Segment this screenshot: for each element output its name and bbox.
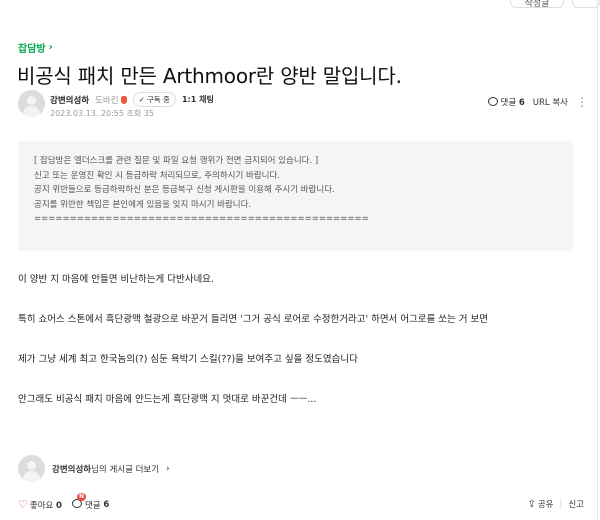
- report-button[interactable]: 신고: [568, 498, 584, 510]
- top-extra-button[interactable]: [572, 0, 600, 8]
- chevron-right-icon: ›: [166, 463, 170, 474]
- my-posts-button[interactable]: 작성글: [510, 0, 564, 9]
- view-count: 조회 35: [126, 109, 154, 118]
- post-date-views: 2023.03.13. 20:55 조회 35: [50, 108, 154, 119]
- post-meta-actions: 댓글 6 URL 복사 ⋮: [487, 96, 588, 108]
- right-divider: [597, 0, 598, 520]
- notice-line: 공지 위반들으로 등급하락하신 분은 등급복구 신청 게시판을 이용해 주시기 …: [34, 185, 335, 195]
- author-name[interactable]: 강변의성하: [50, 94, 89, 106]
- author-posts-link[interactable]: 강변의성하님의 게시글 더보기 ›: [18, 455, 169, 482]
- url-copy-button[interactable]: URL 복사: [533, 96, 568, 108]
- comments-link[interactable]: 댓글 6: [487, 96, 525, 108]
- author-link-suffix: 님의 게시글 더보기: [91, 464, 160, 475]
- more-options-icon[interactable]: ⋮: [576, 96, 588, 108]
- comment-icon: [487, 97, 498, 106]
- level-badge-icon: [120, 95, 127, 104]
- author-link-name: 강변의성하: [52, 464, 92, 475]
- notice-line: 신고 또는 운영진 확인 시 등급하락 처리되므로, 주의하시기 바랍니다.: [34, 170, 280, 181]
- footer-right: ⇪ 공유 | 신고: [527, 498, 584, 510]
- check-icon: ✓: [138, 95, 145, 104]
- footer-comment-button[interactable]: N 댓글 6: [71, 492, 110, 511]
- post-date: 2023.03.13. 20:55: [50, 109, 124, 118]
- footer-comment-count: 6: [103, 499, 110, 510]
- board-name: 잡담방: [18, 44, 46, 55]
- body-paragraph: 특히 쇼어스 스톤에서 흑단광맥 철광으로 바꾼거 들리면 '그거 공식 로어로…: [18, 314, 489, 325]
- comments-label: 댓글: [500, 98, 517, 108]
- author-info: 강변의성하 도바킨 ✓ 구독 중 1:1 채팅: [50, 92, 214, 107]
- share-icon: ⇪: [527, 499, 536, 510]
- author-row: 강변의성하 도바킨 ✓ 구독 중 1:1 채팅 2023.03.13. 20:5…: [18, 89, 588, 119]
- author-level: 도바킨: [95, 94, 127, 106]
- notice-line: ========================================…: [34, 214, 369, 224]
- avatar: [18, 455, 45, 482]
- like-count: 0: [56, 501, 62, 511]
- body-paragraph: 제가 그냥 세계 최고 한국놈의(?) 심둔 욕박기 스킬(??)을 보여주고 …: [18, 354, 358, 365]
- like-button[interactable]: ♡ 좋아요 0: [18, 498, 62, 511]
- comments-count: 6: [518, 98, 525, 108]
- body-paragraph: 이 양반 지 마음에 안들면 비난하는게 다반사네요.: [18, 274, 214, 285]
- share-label: 공유: [537, 500, 554, 510]
- board-link[interactable]: 잡담방 ›: [18, 40, 53, 55]
- notice-box: [ 잡담방은 엘더스크롤 관련 질문 및 파일 요청 행위가 전면 금지되어 있…: [18, 141, 573, 251]
- footer-comment-label: 댓글: [84, 500, 101, 511]
- author-level-label: 도바킨: [95, 95, 119, 106]
- notice-line: [ 잡담방은 엘더스크롤 관련 질문 및 파일 요청 행위가 전면 금지되어 있…: [34, 156, 319, 166]
- like-label: 좋아요: [29, 501, 54, 511]
- share-button[interactable]: ⇪ 공유: [527, 498, 553, 510]
- top-button-group: 작성글: [510, 0, 600, 9]
- chat-button[interactable]: 1:1 채팅: [182, 94, 214, 105]
- avatar[interactable]: [18, 90, 45, 117]
- body-paragraph: 안그래도 비공식 패치 마음에 안드는게 흑단광맥 지 멋대로 바꾼건데 ㅡㅡ.…: [18, 394, 317, 405]
- new-badge: N: [76, 492, 86, 501]
- subscribe-button[interactable]: ✓ 구독 중: [132, 92, 176, 107]
- subscribe-label: 구독 중: [146, 95, 170, 104]
- footer-left: ♡ 좋아요 0 N 댓글 6: [18, 492, 110, 511]
- post-footer: ♡ 좋아요 0 N 댓글 6 ⇪ 공유 | 신고: [18, 492, 584, 514]
- heart-icon: ♡: [18, 498, 28, 511]
- post-body: 이 양반 지 마음에 안들면 비난하는게 다반사네요. 특히 쇼어스 스톤에서 …: [18, 270, 588, 410]
- chevron-right-icon: ›: [48, 42, 53, 53]
- divider: |: [559, 499, 563, 509]
- post-title: 비공식 패치 만든 Arthmoor란 양반 말입니다.: [17, 64, 402, 88]
- notice-line: 공지를 위반한 책임은 본인에게 있음을 잊지 마시기 바랍니다.: [34, 199, 252, 210]
